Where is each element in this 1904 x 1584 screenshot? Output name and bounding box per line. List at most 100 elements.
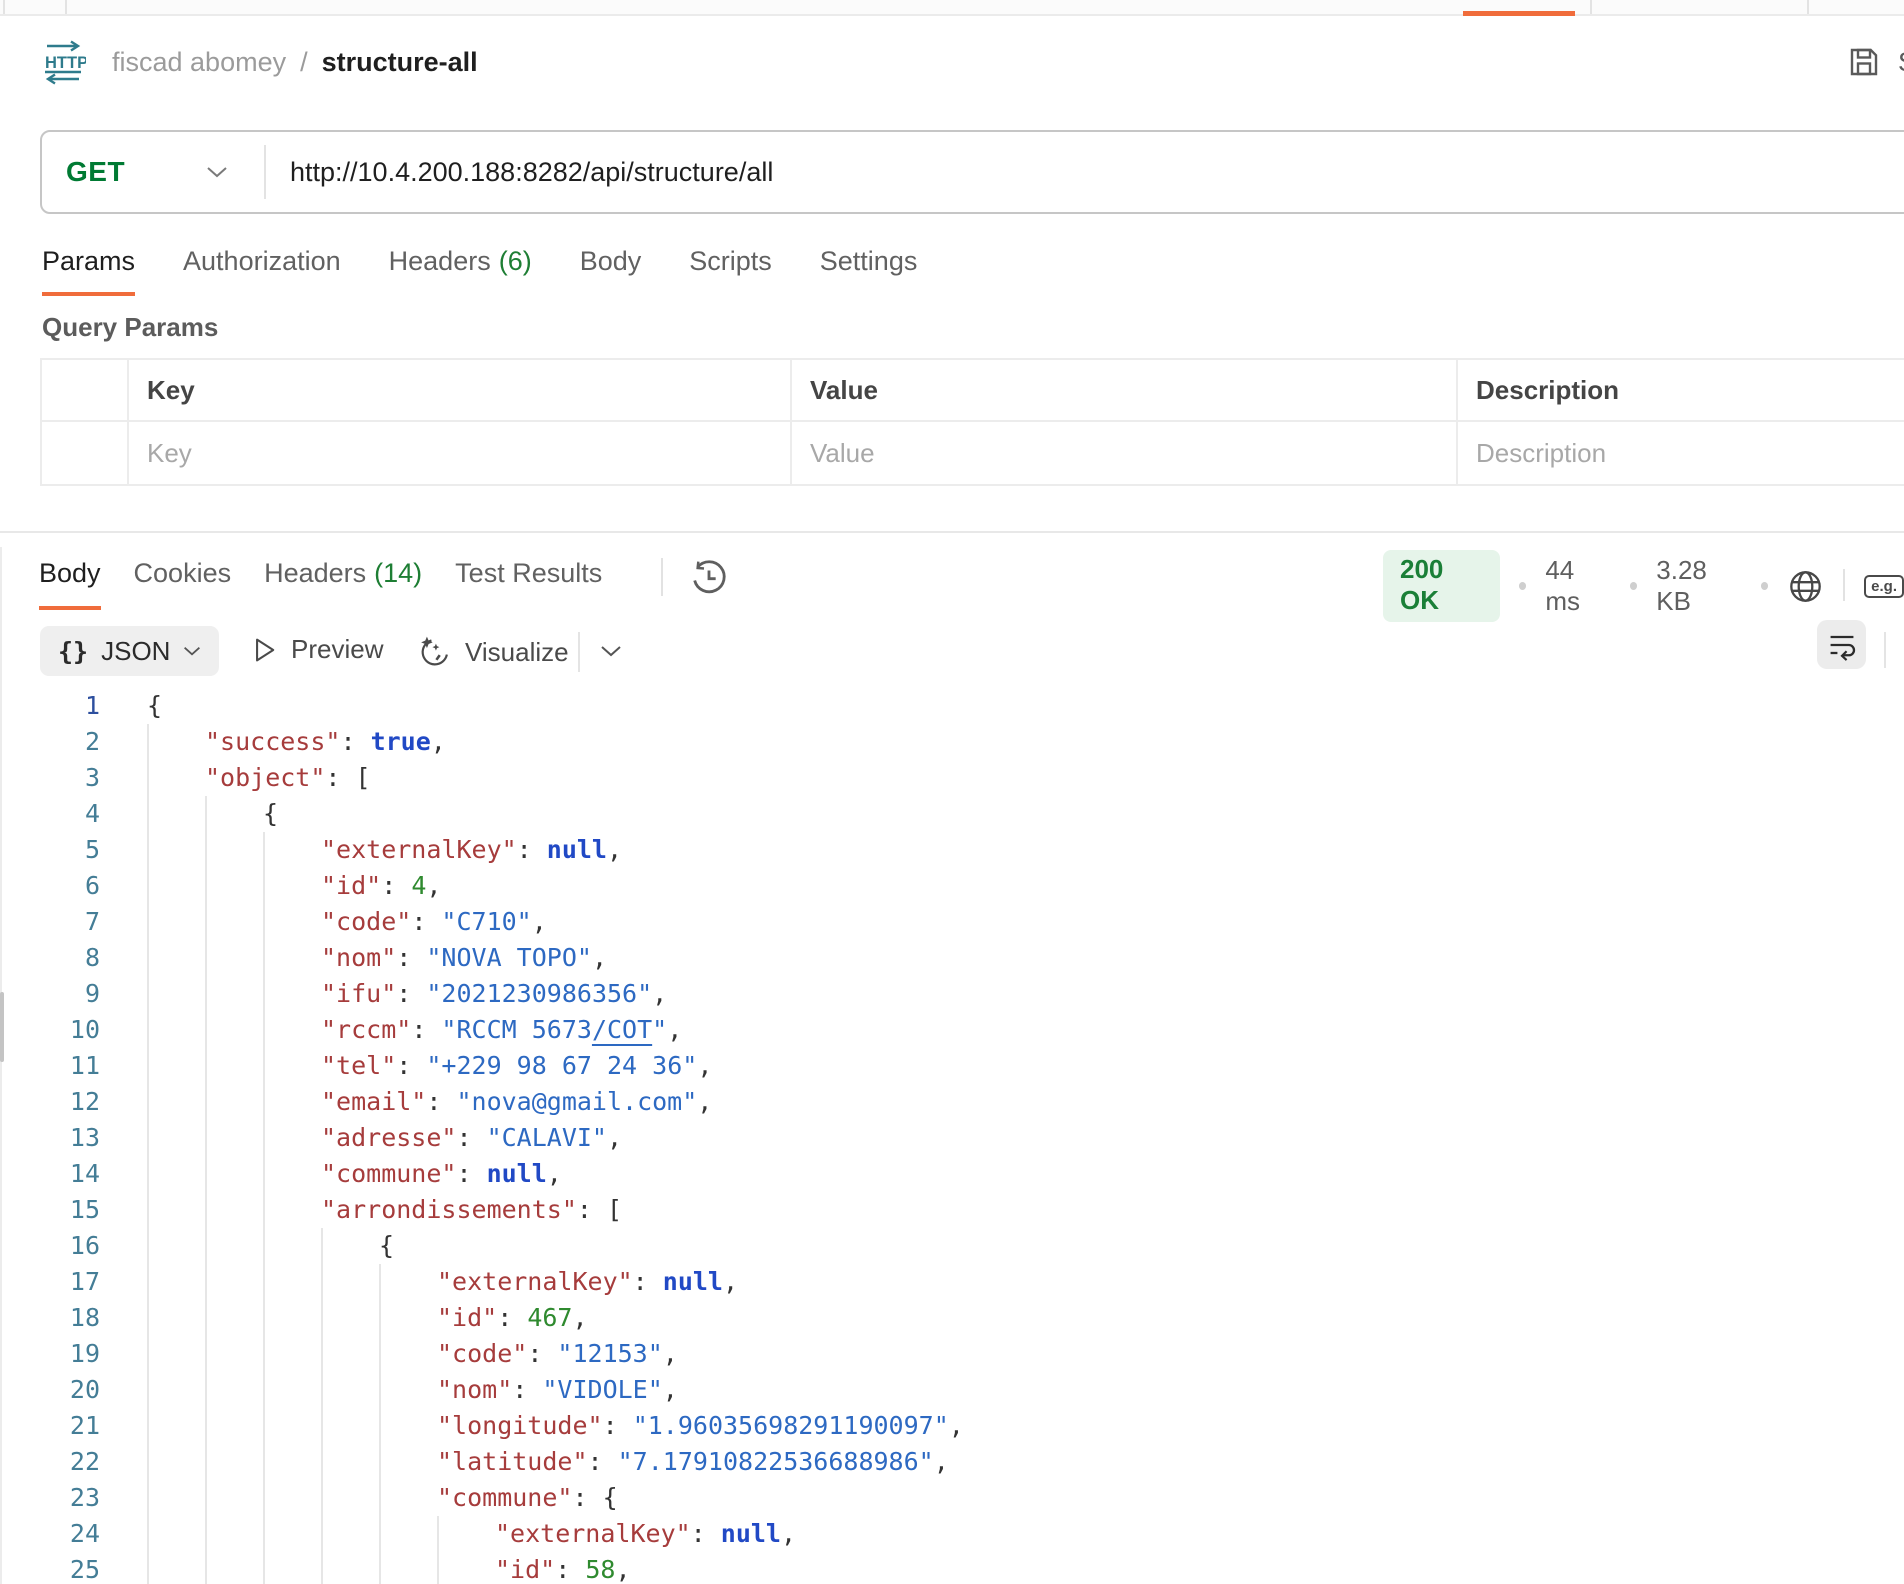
tab-params[interactable]: Params bbox=[42, 246, 135, 296]
save-button[interactable]: S bbox=[1846, 44, 1904, 80]
indent-guide bbox=[321, 1552, 379, 1584]
indent-guide bbox=[379, 1336, 437, 1372]
response-tab-headers[interactable]: Headers(14) bbox=[264, 558, 422, 610]
app-window: HTTP fiscad abomey / structure-all S GET bbox=[0, 0, 1904, 1584]
code-line: 17"externalKey": null, bbox=[6, 1264, 1904, 1300]
response-tab-cookies[interactable]: Cookies bbox=[134, 558, 232, 610]
globe-icon[interactable] bbox=[1787, 568, 1824, 605]
example-badge[interactable]: e.g. bbox=[1864, 575, 1904, 598]
indent-guide bbox=[147, 1300, 205, 1336]
code-line: 24"externalKey": null, bbox=[6, 1516, 1904, 1552]
indent-guide bbox=[321, 1336, 379, 1372]
line-number: 16 bbox=[6, 1228, 100, 1264]
qp-value-input[interactable] bbox=[810, 438, 1424, 469]
active-tab-indicator bbox=[1463, 11, 1575, 16]
line-number: 1 bbox=[6, 688, 100, 724]
indent-guide bbox=[205, 1264, 263, 1300]
breadcrumb-request-name[interactable]: structure-all bbox=[322, 47, 478, 78]
visualize-button[interactable]: Visualize bbox=[416, 634, 569, 670]
qp-key-input[interactable] bbox=[147, 438, 758, 469]
response-size: 3.28 KB bbox=[1656, 555, 1742, 617]
indent-guide bbox=[379, 1516, 437, 1552]
code-line: 23"commune": { bbox=[6, 1480, 1904, 1516]
line-number: 23 bbox=[6, 1480, 100, 1516]
tab-scripts[interactable]: Scripts bbox=[689, 246, 772, 296]
code-text: "commune": null, bbox=[147, 1156, 562, 1192]
indent-guide bbox=[205, 1084, 263, 1120]
headers-count-badge: (6) bbox=[499, 246, 532, 276]
code-text: "rccm": "RCCM 5673/COT", bbox=[147, 1012, 682, 1048]
indent-guide bbox=[205, 796, 263, 832]
braces-icon: {} bbox=[58, 637, 88, 666]
line-number: 14 bbox=[6, 1156, 100, 1192]
format-dropdown[interactable]: {} JSON bbox=[40, 626, 219, 676]
line-number: 13 bbox=[6, 1120, 100, 1156]
qp-description-input[interactable] bbox=[1476, 438, 1904, 469]
response-body-json[interactable]: 1{2"success": true,3"object": [4{5"exter… bbox=[6, 688, 1904, 1584]
indent-guide bbox=[147, 1012, 205, 1048]
line-number: 20 bbox=[6, 1372, 100, 1408]
indent-guide bbox=[147, 1372, 205, 1408]
status-badge[interactable]: 200 OK bbox=[1383, 550, 1500, 622]
indent-guide bbox=[147, 1120, 205, 1156]
indent-guide bbox=[263, 1048, 321, 1084]
indent-guide bbox=[205, 1408, 263, 1444]
code-line: 8"nom": "NOVA TOPO", bbox=[6, 940, 1904, 976]
code-text: "longitude": "1.96035698291190097", bbox=[147, 1408, 964, 1444]
indent-guide bbox=[147, 1336, 205, 1372]
wrap-text-button[interactable] bbox=[1817, 620, 1866, 669]
qp-select-column-header bbox=[42, 360, 129, 422]
status-divider bbox=[1843, 569, 1845, 601]
indent-guide bbox=[379, 1408, 437, 1444]
indent-guide bbox=[147, 1156, 205, 1192]
code-text: { bbox=[147, 688, 162, 724]
response-tab-body[interactable]: Body bbox=[39, 558, 101, 610]
code-line: 7"code": "C710", bbox=[6, 904, 1904, 940]
indent-guide bbox=[147, 868, 205, 904]
indent-guide bbox=[205, 1300, 263, 1336]
request-response-divider[interactable] bbox=[0, 531, 1904, 533]
response-headers-count-badge: (14) bbox=[374, 558, 422, 588]
indent-guide bbox=[147, 832, 205, 868]
history-icon[interactable] bbox=[689, 558, 729, 598]
request-header: HTTP fiscad abomey / structure-all bbox=[40, 34, 478, 90]
indent-guide bbox=[321, 1372, 379, 1408]
code-line: 14 "commune": null, bbox=[6, 1156, 1904, 1192]
code-text: "nom": "VIDOLE", bbox=[147, 1372, 678, 1408]
chevron-down-icon[interactable] bbox=[600, 644, 622, 658]
indent-guide bbox=[263, 1120, 321, 1156]
code-line: 9"ifu": "2021230986356", bbox=[6, 976, 1904, 1012]
indent-guide bbox=[321, 1300, 379, 1336]
response-tab-test-results[interactable]: Test Results bbox=[455, 558, 602, 610]
indent-guide bbox=[263, 1444, 321, 1480]
code-line: 21"longitude": "1.96035698291190097", bbox=[6, 1408, 1904, 1444]
indent-guide bbox=[205, 1012, 263, 1048]
url-bar: GET http://10.4.200.188:8282/api/structu… bbox=[40, 130, 1904, 214]
line-number: 5 bbox=[6, 832, 100, 868]
tab-settings[interactable]: Settings bbox=[820, 246, 918, 296]
indent-guide bbox=[147, 904, 205, 940]
breadcrumb-collection[interactable]: fiscad abomey bbox=[112, 47, 286, 78]
indent-guide bbox=[205, 1372, 263, 1408]
tab-headers[interactable]: Headers(6) bbox=[389, 246, 532, 296]
method-dropdown[interactable]: GET bbox=[42, 132, 264, 212]
indent-guide bbox=[263, 1084, 321, 1120]
indent-guide bbox=[147, 1516, 205, 1552]
left-scrollbar-thumb[interactable] bbox=[0, 992, 4, 1062]
url-input[interactable]: http://10.4.200.188:8282/api/structure/a… bbox=[266, 157, 773, 188]
indent-guide bbox=[147, 1192, 205, 1228]
indent-guide bbox=[263, 1516, 321, 1552]
preview-button[interactable]: Preview bbox=[250, 634, 383, 665]
app-tab-strip bbox=[0, 0, 1904, 16]
line-number: 4 bbox=[6, 796, 100, 832]
response-time: 44 ms bbox=[1545, 555, 1611, 617]
tab-authorization[interactable]: Authorization bbox=[183, 246, 341, 296]
tab-body[interactable]: Body bbox=[580, 246, 642, 296]
qp-row-select-cell bbox=[42, 422, 129, 484]
indent-guide bbox=[263, 1228, 321, 1264]
tab-divider bbox=[1807, 0, 1809, 14]
indent-guide bbox=[147, 940, 205, 976]
line-number: 25 bbox=[6, 1552, 100, 1584]
code-text: "ifu": "2021230986356", bbox=[147, 976, 667, 1012]
indent-guide bbox=[379, 1372, 437, 1408]
